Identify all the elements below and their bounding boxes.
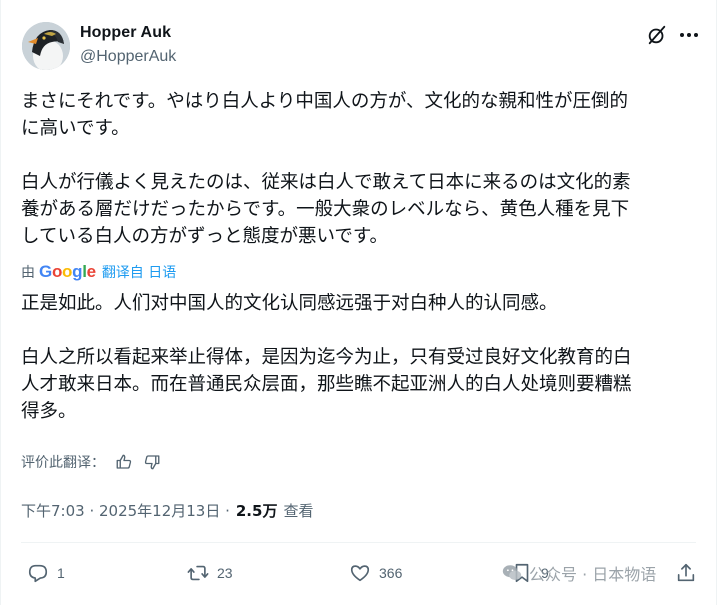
translated-from-link[interactable]: 翻译自 日语 bbox=[102, 262, 176, 282]
avatar[interactable] bbox=[22, 22, 70, 70]
repost-count: 23 bbox=[217, 565, 233, 581]
penguin-avatar-image bbox=[22, 22, 70, 70]
thumbs-up-icon[interactable] bbox=[115, 453, 133, 471]
post-translated-text: 正是如此。人们对中国人的文化认同感远强于对白种人的认同感。 白人之所以看起来举止… bbox=[21, 293, 632, 422]
like-count: 366 bbox=[379, 565, 403, 581]
post-meta: 下午7:03 · 2025年12月13日 · 2.5万 查看 bbox=[21, 500, 313, 521]
repost-button[interactable]: 23 bbox=[187, 556, 233, 590]
rate-translation-row: 评价此翻译： bbox=[21, 452, 161, 472]
heart-icon bbox=[350, 565, 370, 582]
share-button[interactable] bbox=[675, 556, 697, 590]
more-options-icon[interactable] bbox=[677, 24, 701, 46]
display-name[interactable]: Hopper Auk bbox=[80, 24, 171, 42]
views-label: 查看 bbox=[283, 502, 314, 520]
reply-button[interactable]: 1 bbox=[27, 556, 65, 590]
watermark-text: 公众号 · 日本物语 bbox=[529, 565, 657, 584]
like-button[interactable]: 366 bbox=[349, 556, 402, 590]
views-count: 2.5万 bbox=[235, 502, 278, 520]
user-handle[interactable]: @HopperAuk bbox=[80, 48, 176, 66]
divider bbox=[21, 542, 696, 543]
share-icon bbox=[677, 563, 695, 582]
wechat-icon bbox=[502, 565, 522, 581]
post-card: Hopper Auk @HopperAuk まさにそれです。やはり白人より中国人… bbox=[0, 0, 717, 605]
rate-translation-label: 评价此翻译： bbox=[21, 455, 105, 471]
thumbs-down-icon[interactable] bbox=[143, 453, 161, 471]
repost-icon bbox=[187, 565, 209, 581]
google-logo: Google bbox=[39, 262, 96, 281]
translation-attribution: 由 Google 翻译自 日语 bbox=[21, 262, 176, 282]
reply-icon bbox=[28, 564, 48, 583]
translated-by-prefix: 由 bbox=[21, 265, 35, 281]
post-original-text: まさにそれです。やはり白人より中国人の方が、文化的な親和性が圧倒的 に高いです。… bbox=[21, 91, 631, 247]
grok-icon[interactable] bbox=[646, 24, 668, 46]
watermark: 公众号 · 日本物语 bbox=[501, 558, 656, 588]
reply-count: 1 bbox=[57, 565, 65, 581]
post-timestamp[interactable]: 下午7:03 · 2025年12月13日 · bbox=[21, 500, 230, 521]
